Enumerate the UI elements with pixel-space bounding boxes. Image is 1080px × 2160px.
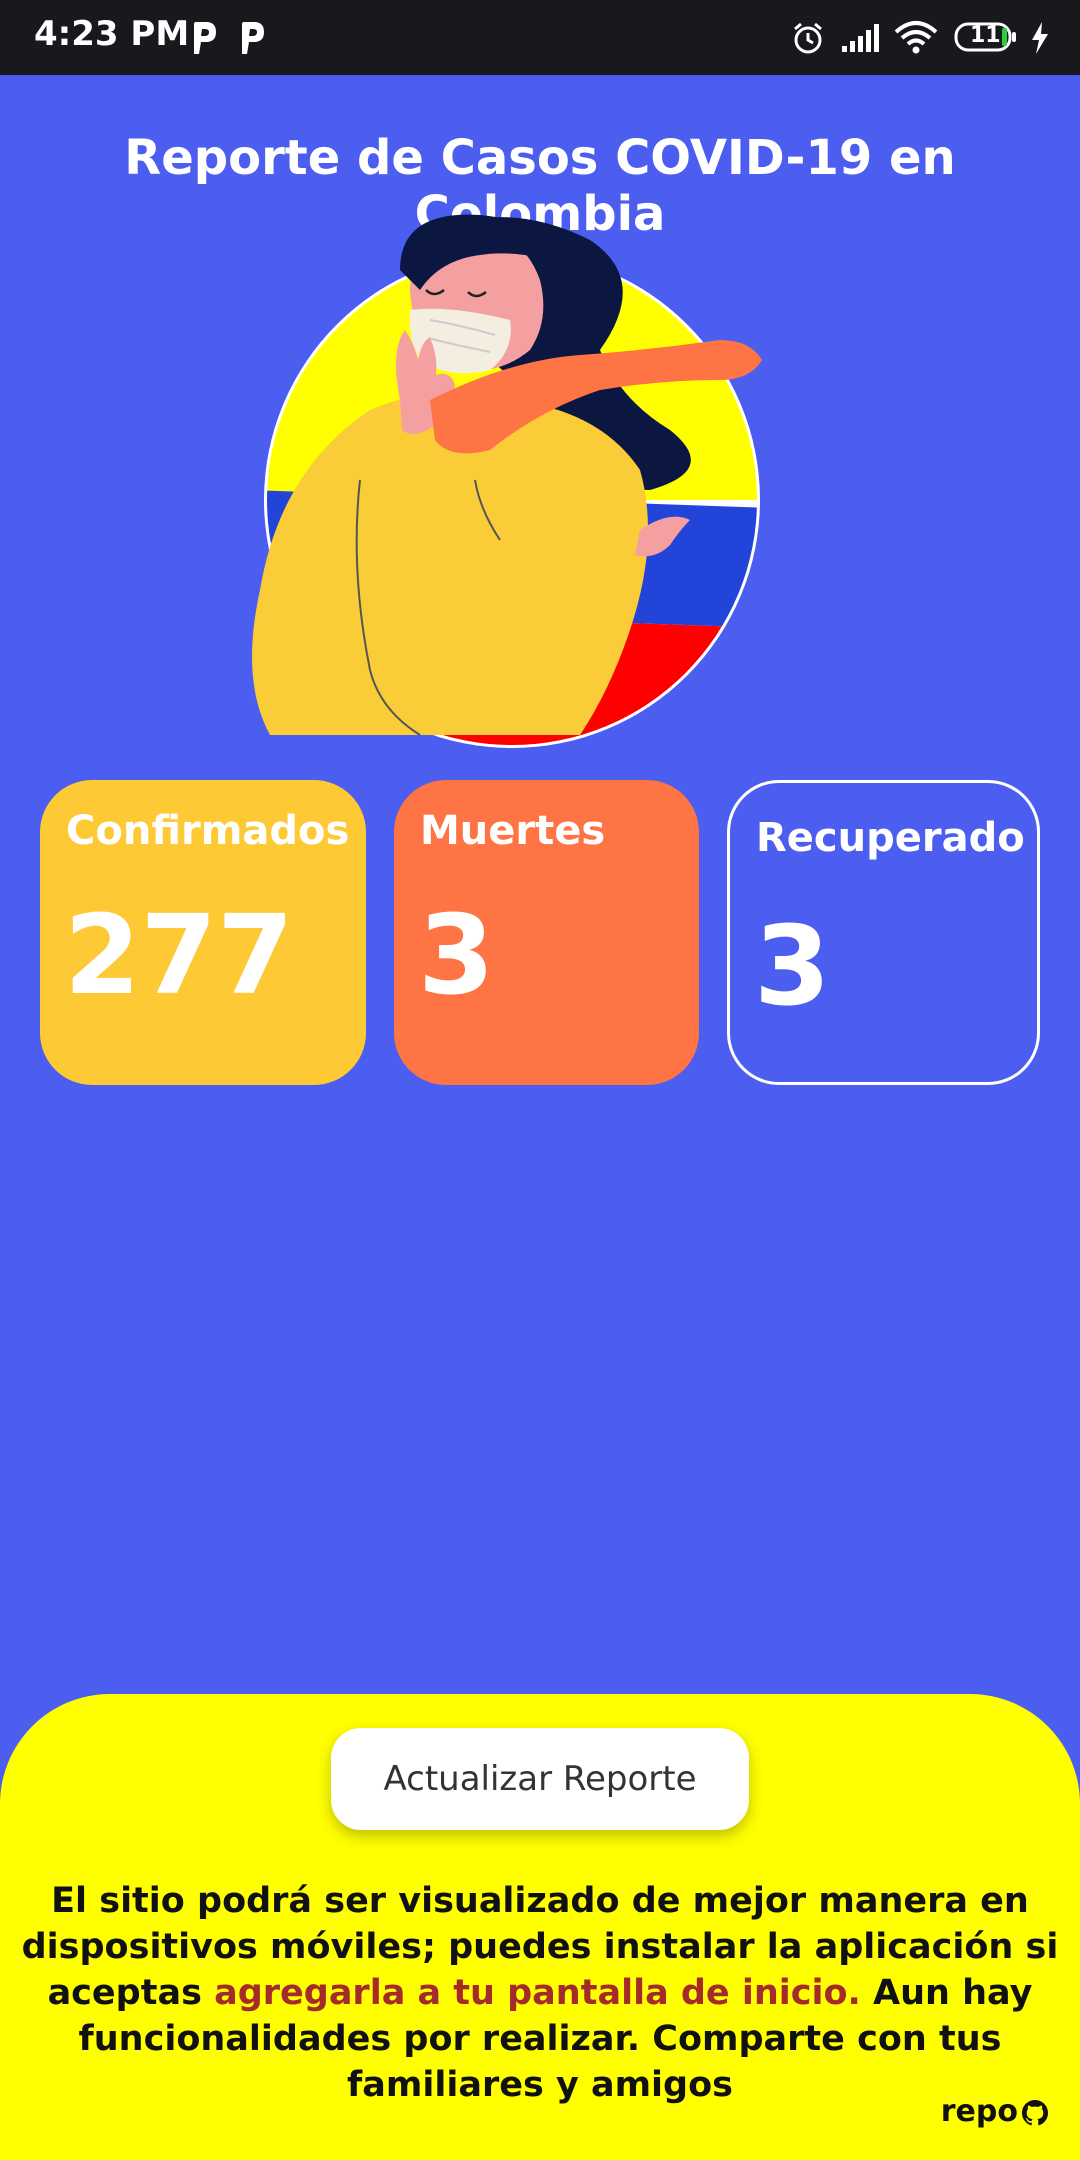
p-app-icon bbox=[242, 22, 264, 54]
deaths-value: 3 bbox=[418, 891, 495, 1019]
status-bar: 4:23 PM 11 bbox=[0, 0, 1080, 75]
confirmed-card: Confirmados 277 bbox=[40, 780, 366, 1085]
status-time: 4:23 PM bbox=[34, 14, 190, 54]
woman-with-mask-illustration bbox=[252, 214, 762, 748]
confirmed-value: 277 bbox=[64, 891, 294, 1019]
deaths-card: Muertes 3 bbox=[394, 780, 699, 1085]
battery-icon: 11 bbox=[954, 22, 1018, 52]
p-app-icon bbox=[194, 22, 216, 54]
recovered-label: Recuperado bbox=[756, 815, 1025, 861]
charging-icon bbox=[1032, 22, 1048, 54]
confirmed-label: Confirmados bbox=[66, 808, 350, 854]
signal-icon bbox=[842, 24, 879, 52]
info-text: El sitio podrá ser visualizado de mejor … bbox=[20, 1878, 1060, 2108]
alarm-icon bbox=[794, 22, 822, 54]
update-report-button[interactable]: Actualizar Reporte bbox=[331, 1728, 749, 1830]
deaths-label: Muertes bbox=[420, 808, 606, 854]
github-icon bbox=[1022, 2099, 1048, 2125]
repo-link[interactable]: repo bbox=[941, 2094, 1050, 2129]
wifi-icon bbox=[894, 21, 938, 54]
recovered-value: 3 bbox=[754, 902, 831, 1030]
add-to-homescreen-link[interactable]: agregarla a tu pantalla de inicio. bbox=[214, 1973, 861, 2013]
repo-label: repo bbox=[940, 2094, 1018, 2129]
battery-level: 11 bbox=[970, 23, 1001, 48]
recovered-card: Recuperado 3 bbox=[727, 780, 1040, 1085]
bottom-panel: Actualizar Reporte El sitio podrá ser vi… bbox=[0, 1694, 1080, 2160]
